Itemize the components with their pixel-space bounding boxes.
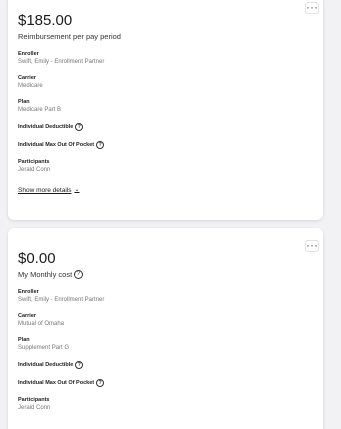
participants-label: Participants	[18, 159, 50, 165]
enroller-value: Swift, Emily - Enrollment Partner	[18, 59, 105, 65]
deductible-label: Individual Deductible	[18, 362, 74, 368]
carrier-value: Mutual of Omaha	[18, 321, 65, 327]
participants-field: Participants Jerald Conn	[18, 159, 313, 173]
deductible-label: Individual Deductible	[18, 124, 74, 130]
max-oop-field: Individual Max Out Of Pocket ?	[18, 379, 313, 387]
plan-field: Plan Medicare Part B	[18, 99, 313, 113]
participants-field: Participants Jerald Conn	[18, 397, 313, 411]
participants-label: Participants	[18, 397, 50, 403]
show-more-label: Show more details	[18, 187, 72, 194]
benefit-card: ··· $185.00 Reimbursement per pay period…	[8, 0, 323, 220]
enroller-label: Enroller	[18, 289, 39, 295]
enroller-value: Swift, Emily - Enrollment Partner	[18, 297, 105, 303]
deductible-field: Individual Deductible ?	[18, 123, 313, 131]
amount-label-text: Reimbursement per pay period	[18, 32, 121, 41]
participants-value: Jerald Conn	[18, 167, 51, 173]
carrier-label: Carrier	[18, 313, 37, 319]
amount-label: Reimbursement per pay period	[18, 32, 313, 41]
enroller-label: Enroller	[18, 51, 39, 57]
show-more-details-link[interactable]: Show more details ⌄	[18, 187, 313, 194]
participants-value: Jerald Conn	[18, 405, 51, 411]
amount: $0.00	[18, 250, 56, 267]
carrier-field: Carrier Medicare	[18, 75, 313, 89]
info-icon[interactable]: ?	[96, 141, 105, 149]
max-oop-label: Individual Max Out Of Pocket	[18, 380, 95, 386]
enroller-field: Enroller Swift, Emily - Enrollment Partn…	[18, 289, 313, 303]
more-options-icon[interactable]: ···	[305, 1, 319, 14]
plan-value: Medicare Part B	[18, 107, 62, 113]
amount-label-text: My Monthly cost	[18, 270, 73, 279]
more-options-icon[interactable]: ···	[305, 239, 319, 252]
max-oop-field: Individual Max Out Of Pocket ?	[18, 141, 313, 149]
info-icon[interactable]: ?	[75, 361, 84, 369]
chevron-down-icon: ⌄	[74, 187, 80, 193]
carrier-value: Medicare	[18, 83, 43, 89]
amount: $185.00	[18, 12, 73, 29]
plan-field: Plan Supplement Part G	[18, 337, 313, 351]
carrier-field: Carrier Mutual of Omaha	[18, 313, 313, 327]
plan-label: Plan	[18, 337, 30, 343]
info-icon[interactable]: ?	[75, 123, 84, 131]
amount-label: My Monthly cost ?	[18, 270, 313, 279]
info-icon[interactable]: ?	[96, 379, 105, 387]
plan-value: Supplement Part G	[18, 345, 70, 351]
benefit-card: ··· $0.00 My Monthly cost ? Enroller Swi…	[8, 228, 323, 429]
carrier-label: Carrier	[18, 75, 37, 81]
deductible-field: Individual Deductible ?	[18, 361, 313, 369]
max-oop-label: Individual Max Out Of Pocket	[18, 142, 95, 148]
plan-label: Plan	[18, 99, 30, 105]
enroller-field: Enroller Swift, Emily - Enrollment Partn…	[18, 51, 313, 65]
info-icon[interactable]: ?	[74, 270, 84, 279]
